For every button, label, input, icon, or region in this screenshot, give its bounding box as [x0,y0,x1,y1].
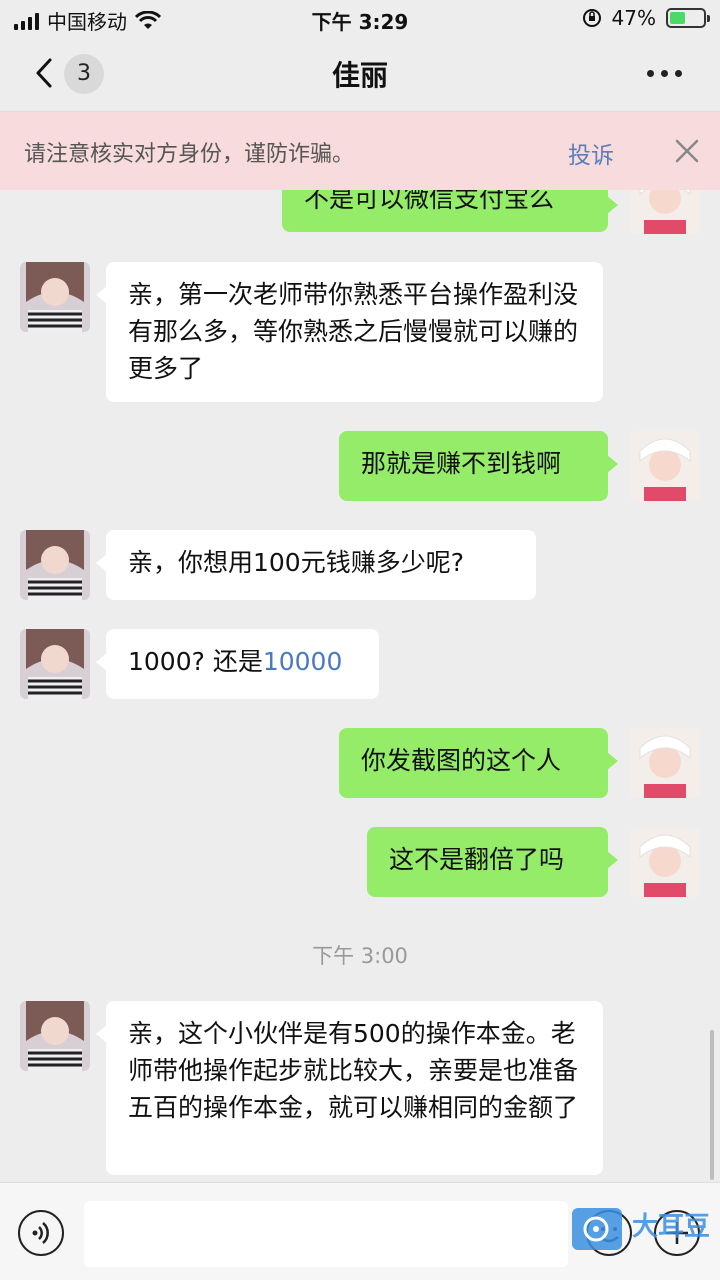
message-list[interactable]: 不是可以微信支付宝么 亲，第一次老师带你熟悉平台操作盈利没有那么多，等你熟悉之后… [0,112,720,1182]
status-bar: 中国移动 下午 3:29 47% [0,0,720,36]
rotation-lock-icon [582,9,601,27]
scrollbar[interactable] [710,1030,714,1180]
more-options-icon[interactable] [647,70,682,77]
battery-icon [666,8,710,28]
voice-icon[interactable] [18,1210,64,1256]
message-bubble-outgoing[interactable]: 这不是翻倍了吗 [367,827,618,897]
chat-screen: 中国移动 下午 3:29 47% 3 佳丽 不是可以微信支付宝么 亲，第一次老师… [0,0,720,1280]
nav-bar: 3 佳丽 [0,36,720,112]
self-avatar[interactable] [630,728,700,798]
close-icon[interactable] [674,138,700,164]
warning-text: 请注意核实对方身份，谨防诈骗。 [24,142,355,167]
chat-title: 佳丽 [331,59,388,92]
contact-avatar[interactable] [20,629,90,699]
message-bubble-incoming[interactable]: 亲，你想用100元钱赚多少呢? [96,530,536,600]
contact-avatar[interactable] [20,262,90,332]
message-bubble-incoming[interactable]: 亲，第一次老师带你熟悉平台操作盈利没有那么多，等你熟悉之后慢慢就可以赚的更多了 [96,262,603,402]
contact-avatar[interactable] [20,1001,90,1071]
fraud-warning-banner: 请注意核实对方身份，谨防诈骗。 投诉 [0,112,720,190]
message-bubble-incoming[interactable]: 亲，这个小伙伴是有500的操作本金。老师带他操作起步就比较大，亲要是也准备五百的… [96,1001,603,1175]
contact-avatar[interactable] [20,530,90,600]
number-link[interactable]: 10000 [263,647,343,676]
watermark-logo: 大耳豆 [570,1204,718,1254]
message-timestamp: 下午 3:00 [312,944,408,968]
message-bubble-outgoing[interactable]: 那就是赚不到钱啊 [339,431,618,501]
message-bubble-incoming[interactable]: 1000? 还是10000 [96,629,379,699]
report-link[interactable]: 投诉 [568,136,614,170]
battery-percent: 47% [611,6,656,30]
message-input[interactable] [84,1201,568,1267]
watermark-text: 大耳豆 [632,1212,711,1242]
self-avatar[interactable] [630,827,700,897]
self-avatar[interactable] [630,431,700,501]
status-right: 47% [582,6,710,30]
message-bubble-outgoing[interactable]: 你发截图的这个人 [339,728,618,798]
battery-fill [670,12,686,24]
